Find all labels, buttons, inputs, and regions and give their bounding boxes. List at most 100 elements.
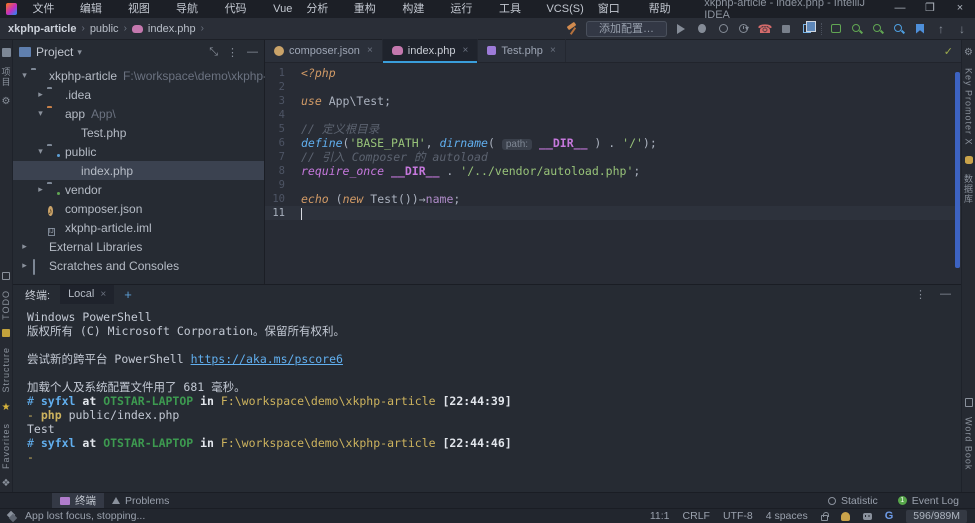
memory-indicator[interactable]: 596/989M	[906, 510, 967, 523]
close-icon[interactable]: ×	[367, 45, 373, 56]
project-panel-title[interactable]: Project	[36, 45, 73, 59]
arrow-up-icon[interactable]: ↑	[934, 22, 948, 36]
chevron-icon[interactable]: ▾	[35, 108, 46, 119]
menu-item-6[interactable]: Vue	[266, 0, 299, 18]
close-button[interactable]: ×	[945, 0, 975, 18]
build-hammer-icon[interactable]	[565, 22, 579, 36]
close-icon[interactable]: ×	[463, 45, 469, 56]
menu-item-9[interactable]: 构建(B)	[395, 0, 443, 18]
lock-icon[interactable]	[821, 515, 828, 521]
replace-green-icon[interactable]	[871, 22, 885, 36]
arrow-down-icon[interactable]: ↓	[955, 22, 969, 36]
problems-bar-button[interactable]: Problems	[104, 493, 177, 509]
tree-row-External Libraries[interactable]: ▸External Libraries	[13, 237, 264, 256]
tree-row-Scratches and Consoles[interactable]: ▸Scratches and Consoles	[13, 256, 264, 275]
tree-row-app[interactable]: ▾appApp\	[13, 104, 264, 123]
encoding-widget[interactable]: UTF-8	[723, 510, 753, 522]
find-green-icon[interactable]	[850, 22, 864, 36]
chevron-icon[interactable]: ▾	[19, 70, 30, 81]
tree-row-index.php[interactable]: index.php	[13, 161, 264, 180]
chevron-icon[interactable]: ▾	[35, 146, 46, 157]
minimize-button[interactable]: —	[885, 0, 915, 18]
menu-item-2[interactable]: 编辑(E)	[73, 0, 121, 18]
chevron-icon[interactable]: ▸	[35, 184, 46, 195]
stripe-item-1[interactable]: 数据库	[962, 174, 975, 204]
tree-row-composer.json[interactable]: ♪composer.json	[13, 199, 264, 218]
coverage-icon[interactable]	[716, 22, 730, 36]
menu-item-5[interactable]: 代码(C)	[218, 0, 267, 18]
menu-item-13[interactable]: 窗口(W)	[591, 0, 642, 18]
statistic-bar-button[interactable]: Statistic	[820, 493, 886, 509]
tree-row-public[interactable]: ▾public	[13, 142, 264, 161]
breadcrumb-item-1[interactable]: xkphp-article	[6, 23, 78, 35]
stripe-item-structure[interactable]: Structure	[1, 347, 11, 393]
tree-row-xkphp-article[interactable]: ▾xkphp-articleF:\workspace\demo\xkphp-ar…	[13, 66, 264, 85]
hide-panel-icon[interactable]: —	[247, 46, 258, 58]
menu-item-10[interactable]: 运行(U)	[443, 0, 492, 18]
copy-icon[interactable]	[800, 22, 814, 36]
editor-tab-Test.php[interactable]: Test.php×	[478, 39, 565, 62]
more-options-icon[interactable]: ⋮	[227, 46, 238, 59]
stripe-item-0[interactable]: Key Promoter X	[964, 68, 974, 146]
editor-scrollbar[interactable]	[955, 72, 960, 268]
menu-item-12[interactable]: VCS(S)	[539, 0, 590, 18]
breadcrumb-item-3[interactable]: index.php	[146, 23, 198, 35]
close-icon[interactable]: ×	[100, 289, 106, 300]
chevron-icon[interactable]: ▸	[19, 260, 30, 271]
menu-item-14[interactable]: 帮助(H)	[642, 0, 691, 18]
chevron-icon[interactable]: ▸	[35, 89, 46, 100]
close-icon[interactable]: ×	[550, 45, 556, 56]
google-translate-icon[interactable]: G	[885, 510, 894, 522]
menu-item-4[interactable]: 导航(N)	[169, 0, 218, 18]
breadcrumb-item-2[interactable]: public	[88, 23, 121, 35]
chevron-down-icon[interactable]: ▾	[77, 47, 82, 58]
stripe-item-wordbook[interactable]: Word Book	[964, 417, 974, 470]
terminal-options-icon[interactable]: ⋮	[915, 288, 926, 301]
line-separator-widget[interactable]: CRLF	[683, 510, 710, 522]
tree-row-.idea[interactable]: ▸.idea	[13, 85, 264, 104]
terminal-bar-button[interactable]: 终端	[52, 493, 104, 509]
editor-tab-index.php[interactable]: index.php×	[383, 39, 479, 62]
stripe-item-favorites[interactable]: Favorites	[1, 423, 11, 469]
code-token: '/../vendor/autoload.php'	[460, 164, 633, 178]
tree-row-vendor[interactable]: ▸vendor	[13, 180, 264, 199]
notification-bell-icon[interactable]	[841, 512, 850, 521]
tool-window-switcher-icon[interactable]	[8, 512, 17, 521]
inspections-ok-icon[interactable]: ✓	[944, 45, 953, 58]
debug-icon[interactable]	[695, 22, 709, 36]
profiler-icon[interactable]: ▾	[737, 22, 751, 36]
collapse-all-icon[interactable]: ⤡	[209, 46, 218, 59]
editor-tab-composer.json[interactable]: composer.json×	[265, 39, 383, 62]
caret-position-widget[interactable]: 11:1	[650, 510, 670, 522]
terminal-tab-local[interactable]: Local ×	[60, 285, 114, 304]
menu-item-8[interactable]: 重构(R)	[347, 0, 396, 18]
new-terminal-icon[interactable]: +	[124, 287, 132, 302]
event-log-bar-button[interactable]: 1 Event Log	[890, 493, 967, 509]
plugin-box-icon[interactable]	[829, 22, 843, 36]
code-editor[interactable]: 1<?php23use App\Test;45// 定义根目录6define('…	[265, 63, 961, 284]
tool-window-switcher-icon[interactable]: ❖	[2, 479, 11, 489]
indent-widget[interactable]: 4 spaces	[766, 510, 808, 522]
translation-robot-icon[interactable]	[863, 513, 872, 520]
run-configuration-combo[interactable]: 添加配置…	[586, 21, 667, 37]
terminal-output[interactable]: Windows PowerShell版权所有 (C) Microsoft Cor…	[13, 304, 961, 492]
stripe-item-todo[interactable]: TODO	[1, 290, 11, 320]
gear-icon[interactable]: ⚙	[2, 97, 11, 107]
bookmark-icon[interactable]	[913, 22, 927, 36]
run-icon[interactable]	[674, 22, 688, 36]
project-stripe-icon[interactable]	[2, 48, 11, 57]
stop-icon[interactable]	[779, 22, 793, 36]
tree-row-Test.php[interactable]: Test.php	[13, 123, 264, 142]
attach-phone-icon[interactable]: ☎	[758, 22, 772, 36]
terminal-minimize-icon[interactable]: —	[940, 288, 951, 301]
menu-item-1[interactable]: 文件(F)	[25, 0, 72, 18]
find-blue-icon[interactable]	[892, 22, 906, 36]
menu-item-11[interactable]: 工具(T)	[492, 0, 539, 18]
stripe-project-label[interactable]: 项目	[0, 67, 13, 87]
menu-item-7[interactable]: 分析(Z)	[299, 0, 346, 18]
chevron-icon[interactable]: ▸	[19, 241, 30, 252]
terminal-link[interactable]: https://aka.ms/pscore6	[191, 352, 343, 366]
menu-item-3[interactable]: 视图(V)	[121, 0, 169, 18]
maximize-button[interactable]: ❐	[915, 0, 945, 18]
tree-row-xkphp-article.iml[interactable]: IJxkphp-article.iml	[13, 218, 264, 237]
